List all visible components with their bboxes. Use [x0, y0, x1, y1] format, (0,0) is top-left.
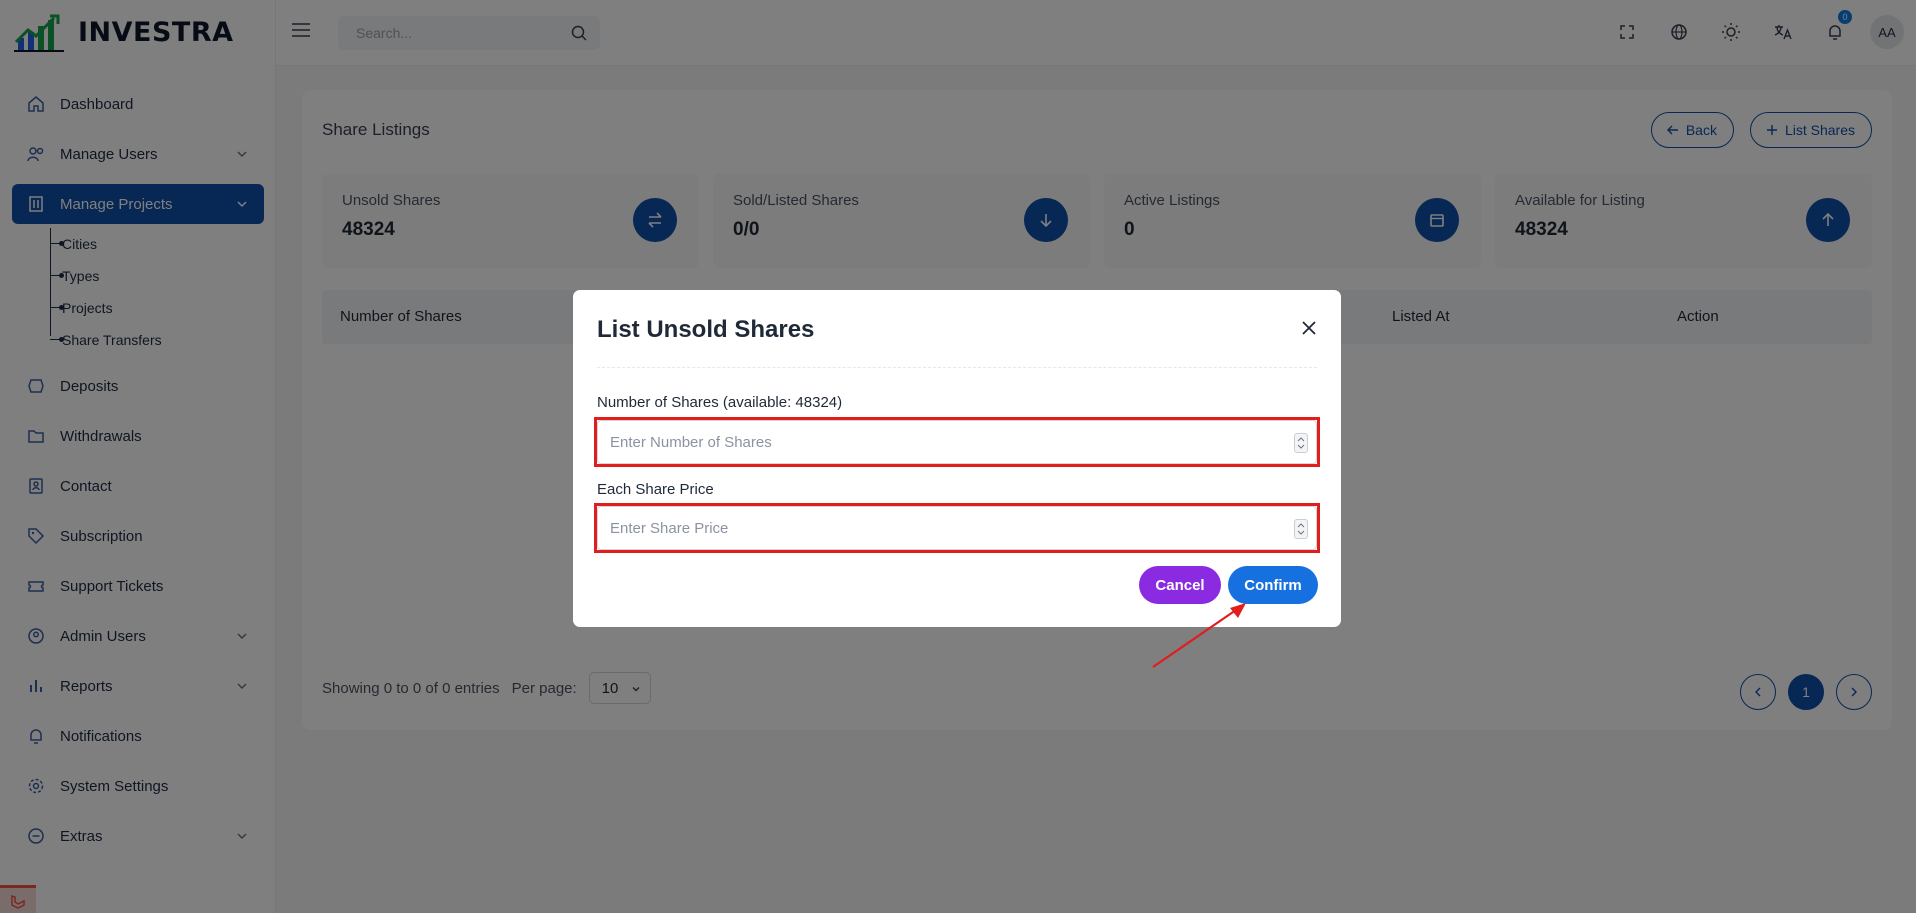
annotation-box-price — [594, 503, 1320, 553]
modal-title: List Unsold Shares — [597, 316, 815, 343]
confirm-button[interactable]: Confirm — [1228, 566, 1318, 604]
share-price-label: Each Share Price — [597, 481, 714, 498]
cancel-button[interactable]: Cancel — [1139, 566, 1221, 604]
close-icon[interactable] — [1299, 318, 1319, 338]
modal-divider — [597, 367, 1317, 368]
number-of-shares-label: Number of Shares (available: 48324) — [597, 394, 843, 411]
list-unsold-shares-modal: List Unsold Shares Number of Shares (ava… — [573, 290, 1341, 627]
annotation-box-shares — [594, 417, 1320, 467]
